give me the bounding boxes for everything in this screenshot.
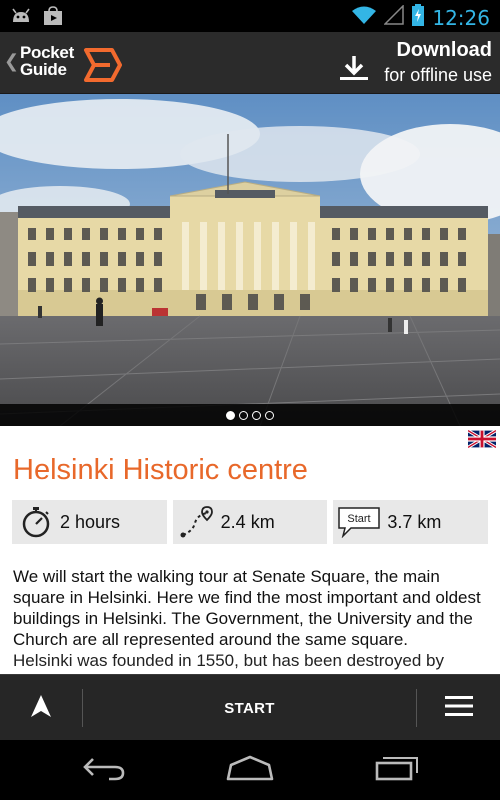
- wifi-icon: [352, 5, 377, 30]
- start-distance-value: 3.7 km: [387, 511, 442, 532]
- tour-details: Helsinki Historic centre 2 hours 2.4 km …: [0, 426, 500, 674]
- gallery-dot[interactable]: [265, 410, 274, 420]
- distance-value: 2.4 km: [220, 511, 275, 532]
- system-back-button[interactable]: [74, 754, 134, 786]
- pocket-guide-logo[interactable]: Pocket Guide: [20, 44, 130, 84]
- uk-flag-icon[interactable]: [467, 429, 497, 449]
- start-bubble-label: Start: [348, 513, 371, 525]
- system-recents-button[interactable]: [366, 754, 426, 786]
- gallery-dot[interactable]: [226, 410, 235, 420]
- toolbar-divider: [416, 689, 417, 727]
- stopwatch-icon: [16, 502, 56, 542]
- back-icon: [81, 755, 127, 786]
- gallery-dot[interactable]: [252, 410, 261, 420]
- download-title: Download: [396, 39, 492, 61]
- description-paragraph: We will start the walking tour at Senate…: [13, 567, 481, 649]
- start-button[interactable]: START: [83, 675, 416, 741]
- duration-stat: 2 hours: [12, 500, 167, 544]
- home-icon: [225, 755, 275, 786]
- logo-arrow-icon: [82, 48, 122, 87]
- route-icon: [177, 502, 217, 542]
- system-home-button[interactable]: [220, 754, 280, 786]
- download-subtitle: for offline use: [384, 65, 492, 85]
- tour-toolbar: START: [0, 674, 500, 740]
- clock: 12:26: [432, 5, 490, 30]
- signal-icon: [383, 4, 405, 30]
- start-bubble-icon: Start: [337, 502, 383, 542]
- android-notification-icon: [10, 6, 32, 31]
- tour-photo[interactable]: [0, 94, 500, 426]
- start-distance-stat: Start 3.7 km: [333, 500, 489, 544]
- back-chevron-icon[interactable]: ❮: [4, 51, 19, 72]
- battery-charging-icon: [412, 4, 425, 31]
- distance-stat: 2.4 km: [172, 500, 328, 544]
- gallery-page-indicator: [0, 404, 500, 426]
- system-navigation-bar: [0, 740, 500, 800]
- download-icon: [338, 54, 370, 87]
- gallery-dot[interactable]: [239, 410, 248, 420]
- logo-text: Pocket Guide: [20, 43, 74, 79]
- tour-title: Helsinki Historic centre: [13, 454, 308, 486]
- tour-description: We will start the walking tour at Senate…: [13, 566, 488, 671]
- status-bar: 12:26: [0, 0, 500, 32]
- menu-button[interactable]: [418, 675, 500, 741]
- navigate-button[interactable]: [0, 675, 82, 741]
- duration-value: 2 hours: [60, 511, 121, 532]
- navigation-arrow-icon: [30, 694, 52, 723]
- action-bar: ❮ Pocket Guide Download for offline use: [0, 32, 500, 94]
- recents-icon: [373, 755, 419, 786]
- tour-stats: 2 hours 2.4 km Start 3.7 km: [12, 500, 489, 544]
- hamburger-menu-icon: [444, 694, 474, 723]
- store-notification-icon: [42, 6, 64, 31]
- description-paragraph: Helsinki was founded in 1550, but has be…: [13, 651, 444, 670]
